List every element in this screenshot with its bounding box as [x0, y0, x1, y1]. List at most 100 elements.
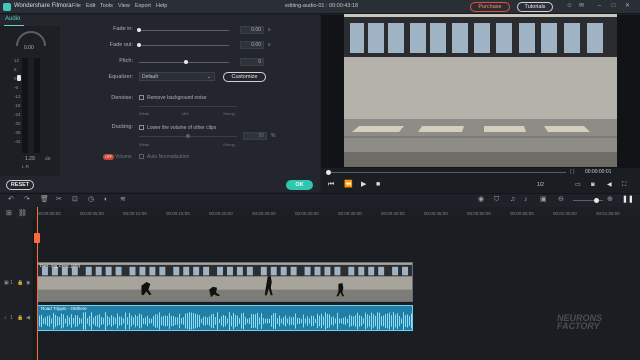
purchase-button[interactable]: Purchase [470, 2, 510, 12]
panel-tab-bar [0, 15, 320, 26]
maximize-icon[interactable]: □ [610, 3, 617, 10]
zoom-knob[interactable] [594, 198, 599, 203]
ducking-label: Ducking: [111, 124, 133, 130]
menu-help[interactable]: Help [156, 3, 167, 9]
reset-button[interactable]: RESET [6, 180, 34, 190]
eye-icon[interactable]: ◉ [26, 280, 30, 286]
step-back-icon[interactable]: ⏪ [344, 181, 353, 189]
ducking-checkbox-label: Lower the volume of other clips [147, 125, 217, 131]
equalizer-select[interactable]: Default ⌄ [139, 72, 215, 81]
zoom-out-icon[interactable]: ⊖ [558, 196, 564, 204]
watermark-logo: NEURONS FACTORY [557, 313, 603, 331]
pause-icon[interactable]: ❚❚ [622, 196, 634, 204]
link-icon[interactable]: ⛓ [18, 210, 27, 218]
lock-icon[interactable]: 🔒 [17, 315, 23, 321]
fade-in-knob[interactable] [137, 28, 141, 32]
fade-out-knob[interactable] [137, 43, 141, 47]
render-icon[interactable]: ◉ [478, 196, 484, 204]
delete-icon[interactable]: 🗑 [40, 196, 49, 204]
menu-edit[interactable]: Edit [86, 3, 95, 9]
tutorials-button[interactable]: Tutorials [517, 2, 553, 12]
meter-scale-label: -42 [14, 139, 21, 144]
user-icon[interactable]: ☺ [566, 3, 573, 10]
zoom-in-icon[interactable]: ⊕ [607, 196, 613, 204]
crop-icon[interactable]: ⊡ [72, 196, 78, 204]
marker-icon[interactable]: ⛉ [494, 196, 499, 204]
close-icon[interactable]: ✕ [624, 3, 631, 10]
ok-button[interactable]: OK [286, 180, 313, 190]
fade-in-input[interactable]: 0.00 [240, 26, 264, 34]
pitch-input[interactable]: 0 [240, 58, 264, 66]
playback-scrubber[interactable] [326, 170, 331, 175]
playback-progress-bar[interactable] [328, 172, 566, 173]
snapshot-icon[interactable]: ◙ [591, 181, 595, 189]
equalizer-label: Equalizer: [108, 74, 133, 80]
auto-normalization-checkbox[interactable] [139, 154, 144, 159]
fullscreen-icon[interactable]: ⛶ [622, 181, 626, 189]
fade-in-unit: s [268, 27, 271, 33]
ruler-tick: 00:01:05:00 [596, 211, 620, 216]
snapshot-tl-icon[interactable]: ▣ [540, 196, 547, 204]
meter-scale-label: 12 [14, 58, 20, 63]
ruler-tick: 00:00:35:00 [338, 211, 362, 216]
denoise-scale-mid: Mid [182, 111, 189, 116]
menu-export[interactable]: Export [135, 3, 151, 9]
menu-tools[interactable]: Tools [100, 3, 113, 9]
meter-lr-labels: L R [22, 164, 29, 169]
meter-scale-label: -6 [14, 85, 19, 90]
fade-in-slider[interactable] [139, 30, 229, 31]
equalizer-selected: Default [142, 74, 158, 80]
mark-in-out-braces[interactable]: { } [570, 169, 575, 175]
fade-out-input[interactable]: 0.00 [240, 41, 264, 49]
speaker-icon[interactable]: ◀ [26, 315, 30, 321]
ruler-tick: 00:00:25:00 [252, 211, 276, 216]
skip-back-icon[interactable]: ⏮ [328, 181, 334, 189]
preview-timecode: 00:00:00:01 [585, 169, 612, 175]
stop-icon[interactable]: ■ [376, 181, 380, 189]
cut-icon[interactable]: ✂ [56, 196, 62, 204]
volume-top-value: 0.00 [24, 45, 34, 51]
fade-out-slider[interactable] [139, 45, 229, 46]
volume-toggle[interactable]: OFF [103, 154, 114, 160]
voiceover-icon[interactable]: ♫ [510, 196, 515, 204]
minimize-icon[interactable]: – [596, 3, 603, 10]
playhead[interactable] [37, 207, 38, 360]
audio-wave-icon[interactable]: ≋ [120, 196, 126, 204]
pitch-knob[interactable] [184, 60, 188, 64]
menu-file[interactable]: File [72, 3, 81, 9]
audio-mixer-icon[interactable]: ♪ [524, 196, 528, 204]
playhead-handle[interactable] [34, 233, 40, 243]
pitch-label: Pitch: [119, 58, 133, 64]
lock-icon[interactable]: 🔒 [17, 280, 23, 286]
display-icon[interactable]: ▭ [575, 181, 581, 189]
preview-quality-select[interactable]: 1/2 [537, 182, 544, 188]
volume-icon[interactable]: ◀ [607, 181, 612, 189]
color-icon[interactable]: ◐ [104, 196, 108, 204]
denoise-checkbox[interactable] [139, 95, 144, 100]
ruler-tick: 00:00:30:00 [295, 211, 319, 216]
redo-icon[interactable]: ↷ [24, 196, 30, 204]
ducking-checkbox[interactable] [139, 125, 144, 130]
notification-icon[interactable]: ✉ [578, 3, 585, 10]
fade-out-unit: s [268, 42, 271, 48]
volume-fader[interactable] [17, 75, 21, 81]
denoise-scale-strong: Strong [223, 111, 235, 116]
ducking-input[interactable]: 50 [243, 132, 267, 140]
play-icon[interactable]: ▶ [361, 181, 366, 189]
ducking-scale-strong: Strong [223, 142, 235, 147]
customize-button[interactable]: Customize [223, 72, 266, 82]
menu-view[interactable]: View [118, 3, 130, 9]
add-track-icon[interactable]: ⊞ [6, 210, 12, 218]
preview-video-frame [344, 14, 617, 167]
meter-scale-label: 6 [14, 67, 17, 72]
meter-scale-label: -12 [14, 94, 21, 99]
video-clip[interactable] [37, 262, 413, 302]
audio-clip[interactable] [37, 305, 413, 331]
speed-icon[interactable]: ◷ [88, 196, 94, 204]
meter-bar-right [34, 58, 40, 153]
meter-scale-label: -18 [14, 103, 21, 108]
undo-icon[interactable]: ↶ [8, 196, 14, 204]
denoise-slider[interactable] [139, 106, 237, 107]
tab-audio[interactable]: Audio [5, 16, 20, 22]
ducking-knob[interactable] [186, 134, 190, 138]
